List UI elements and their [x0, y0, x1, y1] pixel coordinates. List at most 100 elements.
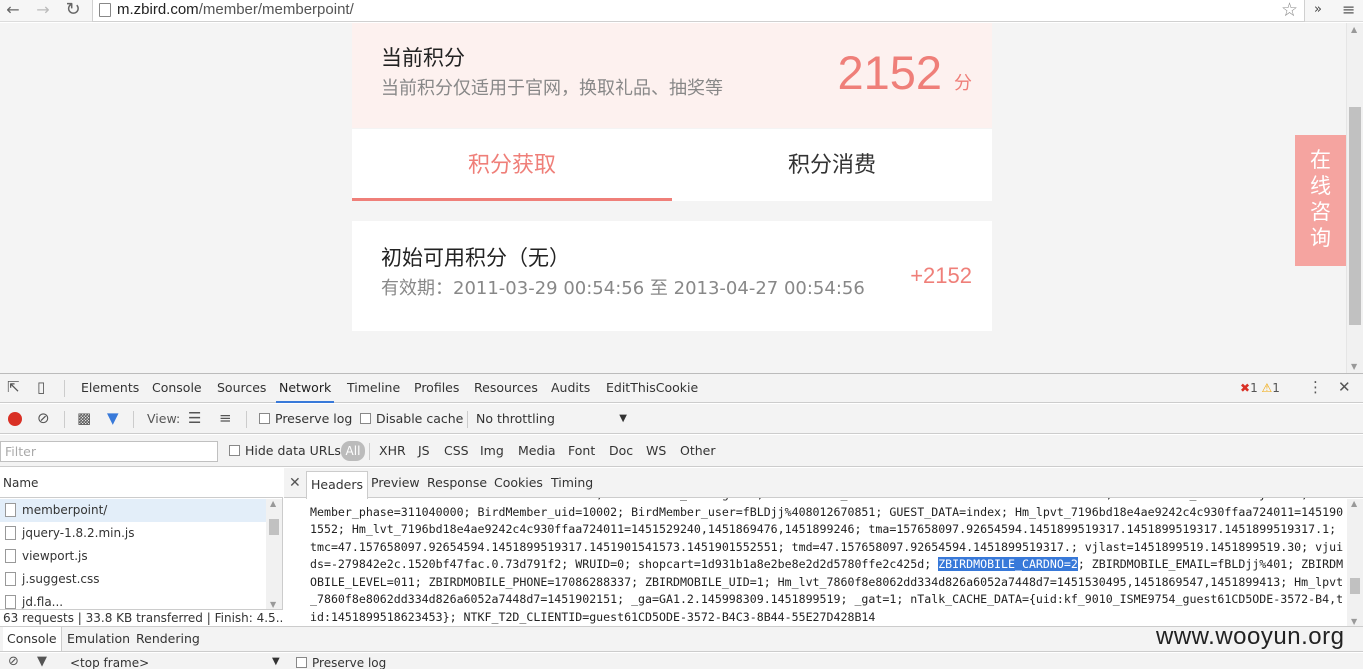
request-name: memberpoint/ [22, 503, 108, 517]
scroll-down-icon[interactable]: ▼ [270, 600, 276, 609]
tab-audits[interactable]: Audits [548, 374, 593, 403]
record-validity: 有效期：2011-03-29 00:54:56 至 2013-04-27 00:… [381, 278, 865, 299]
browser-menu-icon[interactable]: ≡ [1342, 0, 1355, 20]
inspect-element-icon[interactable]: ⇱ [7, 379, 20, 396]
points-tabs: 积分获取 积分消费 [352, 129, 992, 201]
console-preserve-log-label: Preserve log [312, 656, 387, 669]
filter-ws[interactable]: WS [646, 435, 666, 467]
page-scrollbar[interactable]: ▲ ▼ [1346, 23, 1363, 373]
close-devtools-icon[interactable]: ✕ [1338, 379, 1351, 396]
error-icon: ✖ [1240, 381, 1251, 395]
request-row[interactable]: j.suggest.css [0, 568, 266, 591]
record-amount: +2152 [910, 263, 972, 288]
page-viewport: 当前积分 当前积分仅适用于官网，换取礼品、抽奖等 2152 分 积分获取 积分消… [0, 23, 1346, 373]
tab-earn-points[interactable]: 积分获取 [352, 129, 672, 201]
request-summary: 63 requests | 33.8 KB transferred | Fini… [0, 609, 283, 626]
reload-icon[interactable]: ↻ [62, 0, 84, 22]
extensions-chevron-icon[interactable]: » [1314, 0, 1322, 20]
checkbox-box [296, 657, 307, 668]
address-bar[interactable]: m.zbird.com/member/memberpoint/ ☆ [92, 0, 1305, 22]
tab-response[interactable]: Response [427, 468, 487, 498]
drawer-tab-rendering[interactable]: Rendering [132, 627, 204, 651]
tab-resources[interactable]: Resources [471, 374, 541, 403]
tab-sources[interactable]: Sources [214, 374, 269, 403]
chevron-down-icon[interactable]: ▼ [272, 653, 280, 669]
filter-other[interactable]: Other [680, 435, 716, 467]
scroll-up-icon[interactable]: ▲ [1351, 25, 1357, 34]
console-preserve-log-checkbox[interactable]: Preserve log [296, 655, 386, 669]
overview-icon[interactable]: ≡ [219, 410, 232, 427]
tab-timing[interactable]: Timing [551, 468, 593, 498]
tab-timeline[interactable]: Timeline [344, 374, 403, 403]
frame-select[interactable]: <top frame> [70, 655, 149, 669]
throttling-select[interactable]: No throttling ▼ [476, 409, 631, 429]
large-rows-icon[interactable]: ☰ [188, 410, 201, 427]
filter-xhr[interactable]: XHR [379, 435, 406, 467]
address-url[interactable]: m.zbird.com/member/memberpoint/ [117, 1, 354, 18]
filter-all-button[interactable]: All [341, 441, 365, 461]
preserve-log-checkbox[interactable]: Preserve log [259, 404, 352, 434]
disable-cache-checkbox[interactable]: Disable cache [360, 404, 463, 434]
error-warning-counter[interactable]: ✖1 ⚠1 [1240, 381, 1280, 395]
divider [369, 443, 370, 460]
scroll-up-icon[interactable]: ▲ [270, 499, 276, 508]
tab-cookies[interactable]: Cookies [494, 468, 543, 498]
tab-elements[interactable]: Elements [78, 374, 142, 403]
drawer-tab-console[interactable]: Console [3, 627, 62, 651]
filter-img[interactable]: Img [480, 435, 504, 467]
checkbox-box [229, 445, 240, 456]
device-mode-icon[interactable]: ▯ [37, 379, 45, 396]
network-toolbar: ⊘ ▩ ▼ View: ☰ ≡ Preserve log Disable cac… [0, 404, 1363, 434]
throttling-value: No throttling [476, 411, 555, 426]
online-consult-button[interactable]: 在 线 咨 询 [1295, 135, 1346, 266]
filter-input[interactable]: Filter [0, 441, 218, 462]
tab-console[interactable]: Console [149, 374, 205, 403]
request-list-scrollbar[interactable]: ▲ ▼ [266, 499, 282, 609]
warning-icon: ⚠ [1261, 381, 1273, 395]
request-row[interactable]: viewport.js [0, 545, 266, 568]
page-scroll-thumb[interactable] [1349, 107, 1361, 325]
column-header-name[interactable]: Name [0, 468, 283, 498]
tab-spend-points[interactable]: 积分消费 [672, 129, 992, 201]
forward-icon[interactable]: → [32, 0, 54, 22]
filter-doc[interactable]: Doc [609, 435, 633, 467]
detail-scrollbar[interactable]: ▲ ▼ [1347, 499, 1363, 626]
scroll-up-icon[interactable]: ▲ [1351, 499, 1357, 508]
record-icon[interactable] [8, 412, 22, 426]
drawer-tab-emulation[interactable]: Emulation [63, 627, 134, 651]
console-filter-icon[interactable]: ▼ [37, 653, 47, 669]
detail-scroll-thumb[interactable] [1350, 578, 1360, 594]
request-scroll-thumb[interactable] [269, 519, 279, 535]
view-label: View: [147, 411, 181, 426]
record-title: 初始可用积分（无） [381, 246, 570, 270]
close-detail-icon[interactable]: ✕ [289, 468, 301, 498]
more-options-icon[interactable]: ⋮ [1308, 379, 1323, 396]
tab-editthiscookie[interactable]: EditThisCookie [603, 374, 701, 403]
bookmark-star-icon[interactable]: ☆ [1281, 0, 1298, 20]
consult-char: 咨 [1310, 200, 1331, 224]
request-row[interactable]: jd.fla... [0, 591, 266, 609]
watermark: www.wooyun.org [1156, 623, 1345, 650]
clear-icon[interactable]: ⊘ [37, 410, 50, 427]
filter-media[interactable]: Media [518, 435, 556, 467]
tab-profiles[interactable]: Profiles [411, 374, 462, 403]
scroll-down-icon[interactable]: ▼ [1351, 617, 1357, 626]
tab-preview[interactable]: Preview [371, 468, 420, 498]
tab-network[interactable]: Network [276, 374, 335, 403]
scroll-down-icon[interactable]: ▼ [1351, 362, 1357, 371]
request-row[interactable]: memberpoint/ [0, 499, 266, 522]
chevron-down-icon: ▼ [619, 413, 627, 424]
filter-css[interactable]: CSS [444, 435, 469, 467]
filter-icon[interactable]: ▼ [107, 410, 119, 427]
hide-data-urls-checkbox[interactable]: Hide data URLs [229, 435, 341, 467]
filter-font[interactable]: Font [568, 435, 595, 467]
filter-js[interactable]: JS [418, 435, 430, 467]
capture-screenshots-icon[interactable]: ▩ [77, 410, 91, 427]
selected-cookie-text: ZBIRDMOBILE_CARDNO=2 [938, 557, 1078, 571]
request-row[interactable]: jquery-1.8.2.min.js [0, 522, 266, 545]
points-unit: 分 [954, 73, 972, 94]
back-icon[interactable]: ← [2, 0, 24, 22]
points-record: 初始可用积分（无） 有效期：2011-03-29 00:54:56 至 2013… [352, 221, 992, 331]
clear-console-icon[interactable]: ⊘ [8, 653, 19, 669]
tab-headers[interactable]: Headers [306, 471, 369, 499]
